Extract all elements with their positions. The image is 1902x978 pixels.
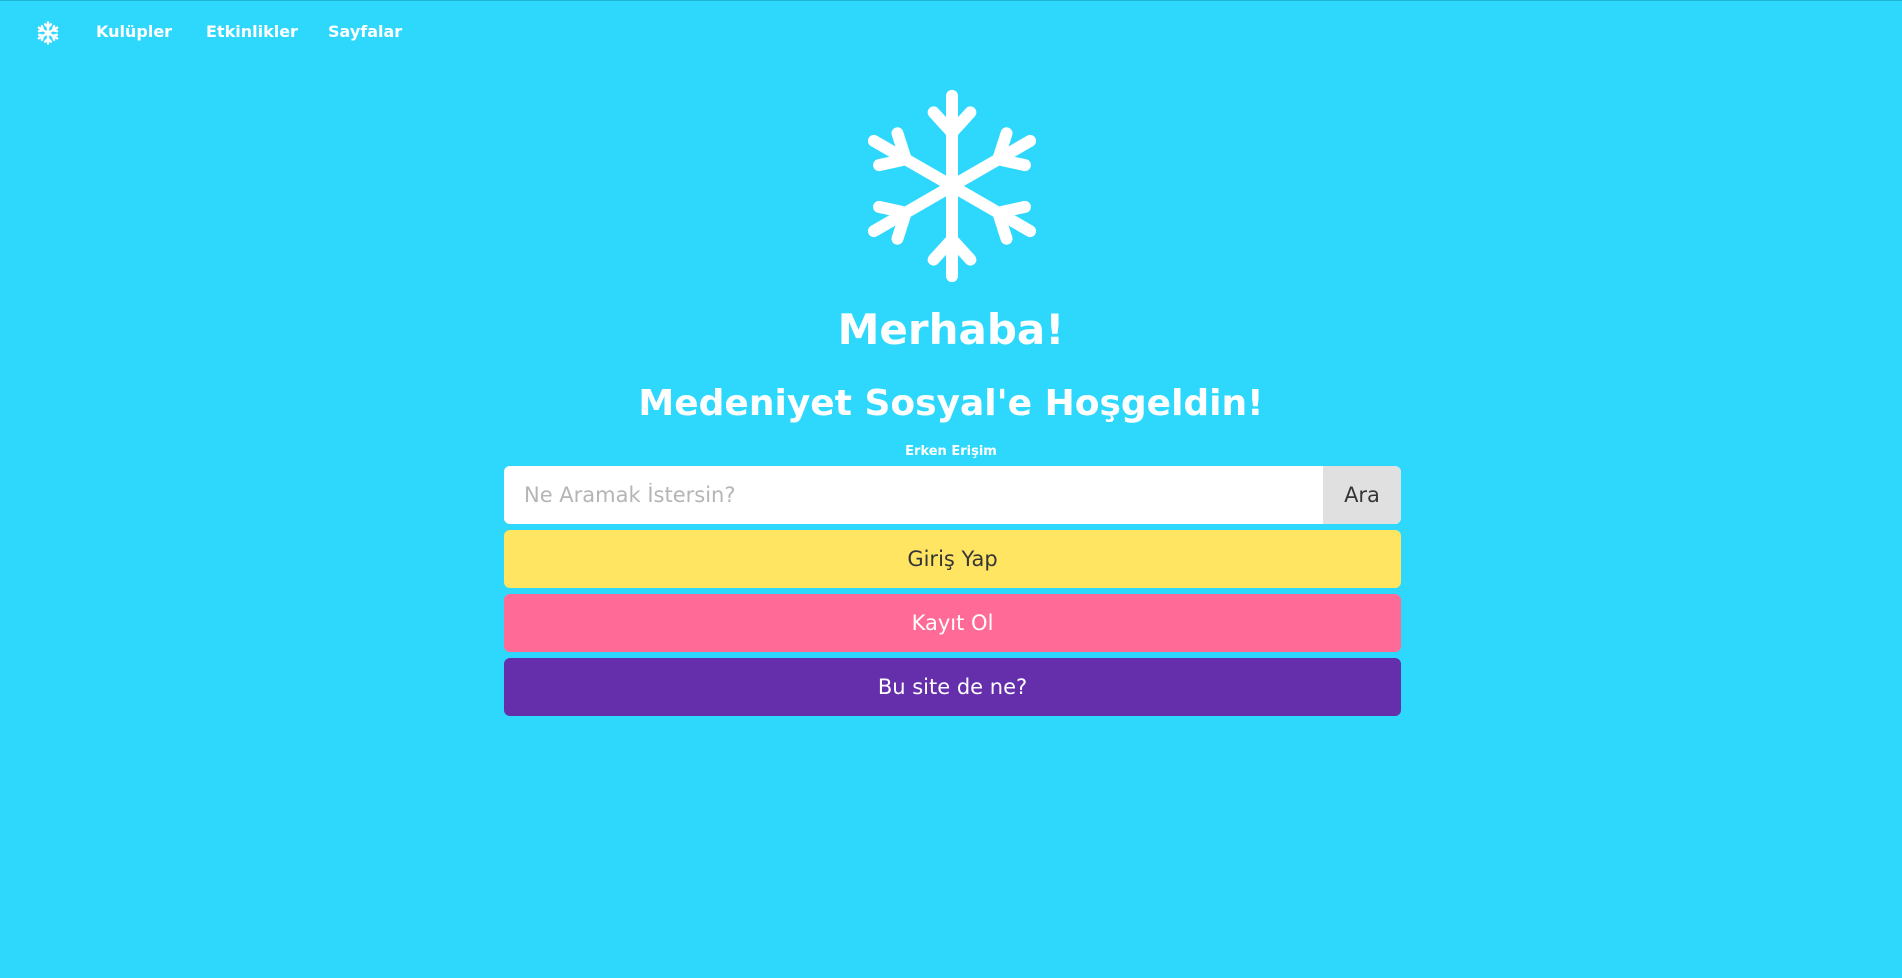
hero-snowflake-icon [860,88,1044,284]
hero-subtitle: Medeniyet Sosyal'e Hoşgeldin! [638,383,1264,424]
snowflake-icon[interactable] [36,21,60,45]
search-button[interactable]: Ara [1323,466,1401,524]
login-button[interactable]: Giriş Yap [504,530,1401,588]
navbar: Kulüpler Etkinlikler Sayfalar [0,0,1902,66]
about-button[interactable]: Bu site de ne? [504,658,1401,716]
nav-link-clubs[interactable]: Kulüpler [96,22,172,41]
search-input[interactable] [504,466,1323,524]
nav-link-events[interactable]: Etkinlikler [206,22,298,41]
search-bar: Ara [504,466,1401,524]
hero-title: Merhaba! [837,305,1065,354]
nav-link-pages[interactable]: Sayfalar [328,22,402,41]
early-access-label: Erken Erişim [905,444,997,459]
register-button[interactable]: Kayıt Ol [504,594,1401,652]
